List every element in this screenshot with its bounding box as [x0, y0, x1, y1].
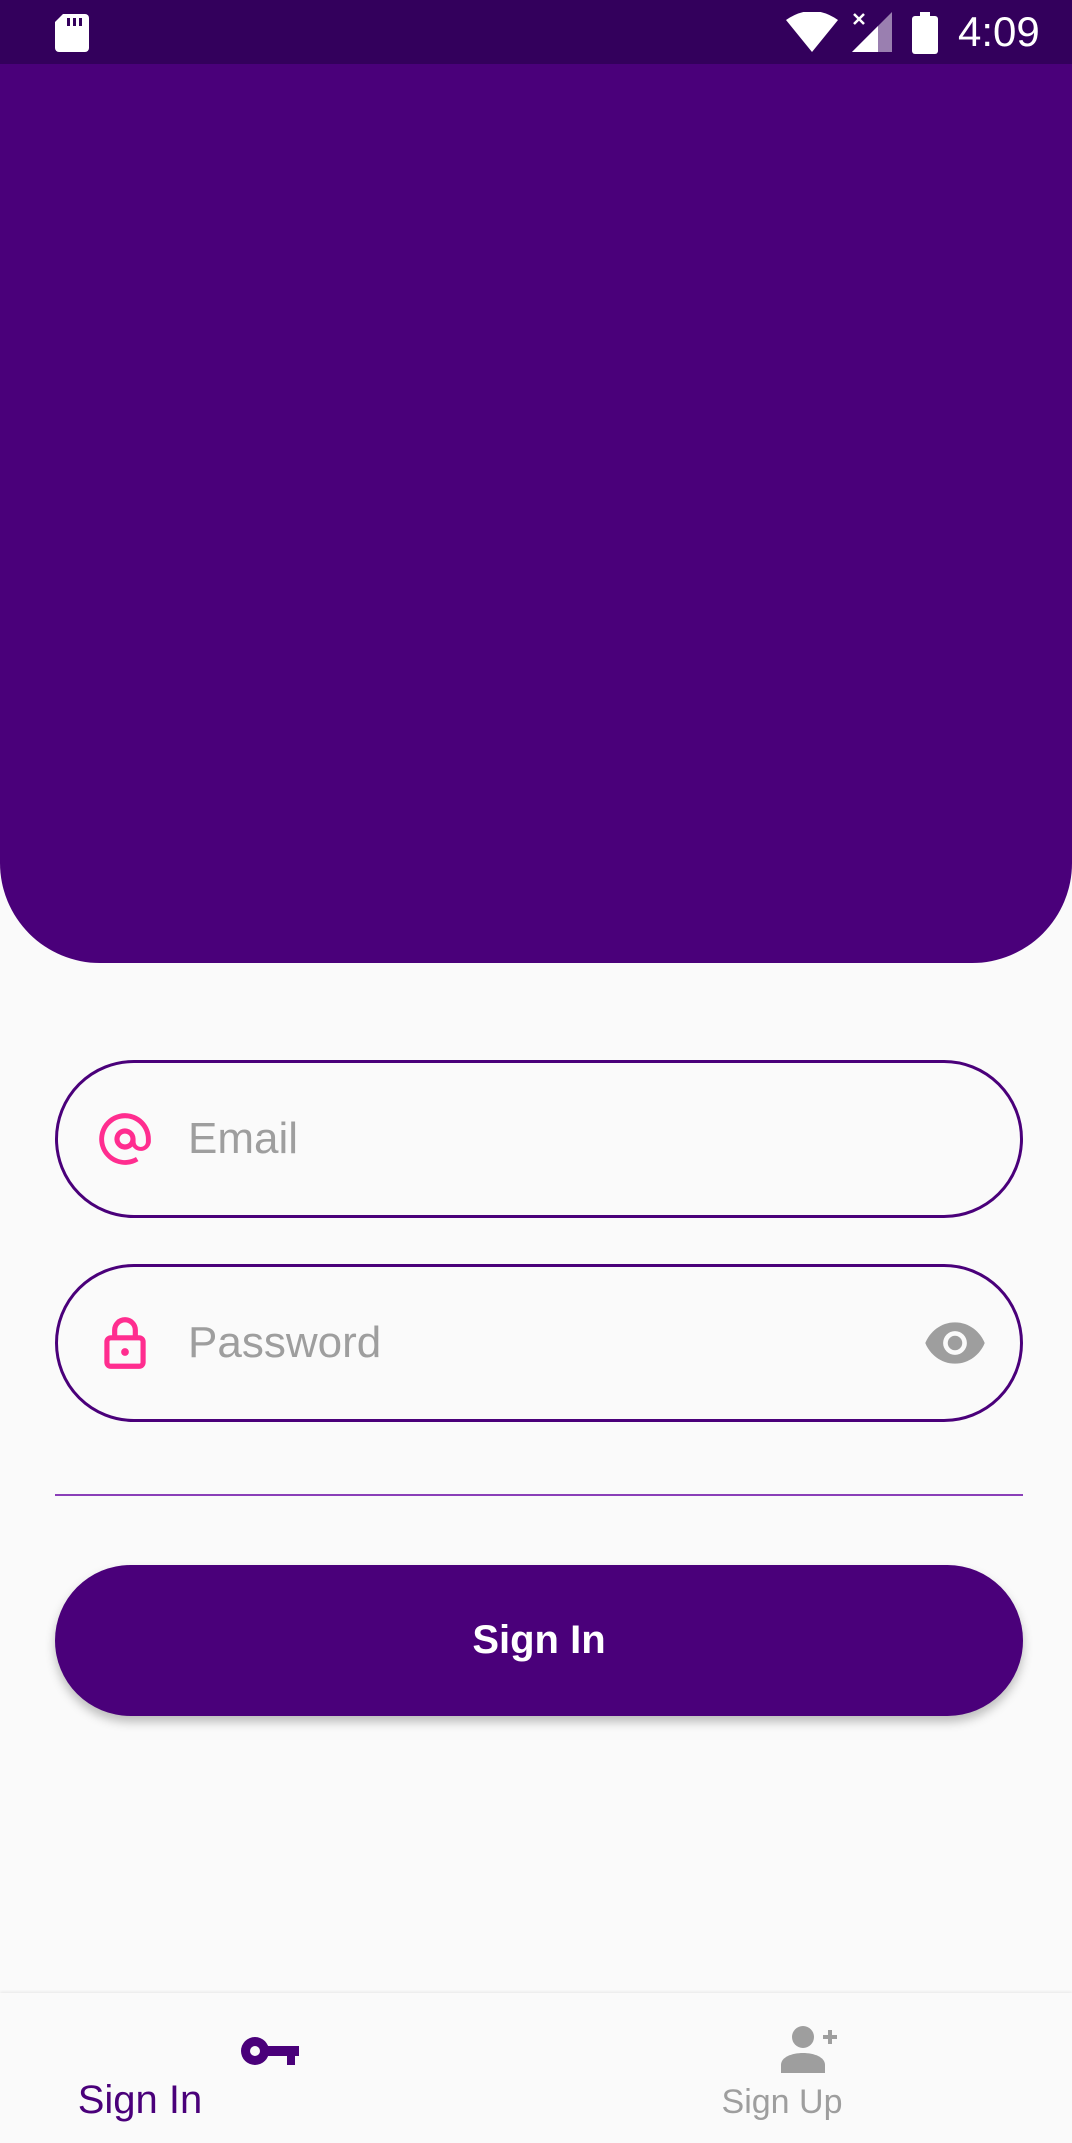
cell-signal-icon — [852, 12, 892, 52]
bottom-navigation: Sign In Sign Up — [0, 1993, 1072, 2143]
divider — [55, 1494, 1023, 1496]
nav-item-sign-up[interactable]: Sign Up — [536, 1993, 1072, 2143]
person-add-icon — [781, 2026, 837, 2073]
password-field-container[interactable] — [55, 1264, 1023, 1422]
nav-label-sign-in: Sign In — [77, 2078, 203, 2122]
email-input[interactable] — [188, 1063, 868, 1215]
header-banner — [0, 64, 1072, 963]
sd-card-icon — [55, 14, 89, 52]
key-icon — [241, 2037, 299, 2065]
lock-icon — [104, 1317, 146, 1369]
sign-in-button[interactable]: Sign In — [55, 1565, 1023, 1716]
eye-icon[interactable] — [924, 1319, 986, 1367]
nav-label-sign-up: Sign Up — [721, 2083, 843, 2121]
status-time: 4:09 — [958, 8, 1040, 55]
email-field-container[interactable] — [55, 1060, 1023, 1218]
battery-icon — [912, 12, 938, 54]
nav-item-sign-in[interactable]: Sign In — [0, 1993, 536, 2143]
password-input[interactable] — [188, 1267, 868, 1419]
status-bar: 4:09 — [0, 0, 1072, 64]
wifi-icon — [786, 12, 838, 52]
at-sign-icon — [99, 1113, 151, 1165]
